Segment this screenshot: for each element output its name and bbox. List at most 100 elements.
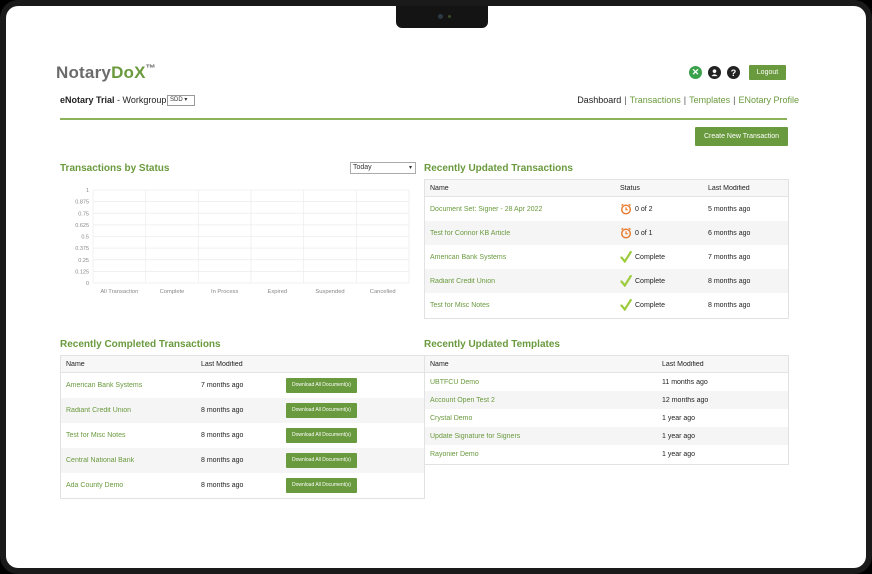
template-name-link[interactable]: Update Signature for Signers (425, 433, 657, 440)
status-text: Complete (635, 253, 665, 261)
workgroup-select-value: SDD (170, 97, 183, 103)
table-row[interactable]: Central National Bank 8 months ago Downloa… (61, 448, 424, 473)
header-icon-group: ✕ ? (689, 66, 740, 79)
table-row[interactable]: American Bank Systems 7 months ago Downloa… (61, 373, 424, 398)
templates-table: Name Last Modified UBTFCU Demo 11 months … (424, 355, 789, 465)
table-row[interactable]: Account Open Test 2 12 months ago (425, 391, 788, 409)
clock-icon (620, 203, 632, 215)
table-row[interactable]: Radiant Credit Union 8 months ago Download… (61, 398, 424, 423)
table-row[interactable]: Test for Misc Notes Complete 8 months ago (425, 293, 788, 317)
tools-icon[interactable]: ✕ (689, 66, 702, 79)
last-modified-cell: 8 months ago (201, 407, 244, 414)
workgroup-suffix: - Workgroup (114, 95, 167, 105)
template-name-link[interactable]: Account Open Test 2 (425, 397, 657, 404)
table-row[interactable]: American Bank Systems Complete 7 months ag… (425, 245, 788, 269)
status-chart-title: Transactions by Status (60, 163, 170, 174)
download-all-documents-button[interactable]: Download All Document(s) (286, 478, 357, 493)
table-row[interactable]: Crystal Demo 1 year ago (425, 409, 788, 427)
table-row[interactable]: Radiant Credit Union Complete 8 months ago (425, 269, 788, 293)
clock-icon (620, 227, 632, 239)
download-all-documents-button[interactable]: Download All Document(s) (286, 403, 357, 418)
status-cell: Complete (615, 299, 703, 311)
template-name-link[interactable]: Crystal Demo (425, 415, 657, 422)
status-bar-chart: 1 0.875 0.75 0.625 0.5 0.375 0.25 0.125 0 All Tra… (75, 188, 410, 295)
download-all-documents-button[interactable]: Download All Document(s) (286, 428, 357, 443)
transaction-name-link[interactable]: Test for Connor KB Article (425, 230, 615, 237)
transaction-name-link[interactable]: Document Set: Signer - 28 Apr 2022 (425, 206, 615, 213)
nav-templates[interactable]: Templates (689, 95, 730, 105)
x-tick-label: Suspended (315, 289, 344, 295)
transaction-name-link[interactable]: Ada County Demo (61, 482, 196, 489)
template-name-link[interactable]: Rayonier Demo (425, 451, 657, 458)
transaction-name-link[interactable]: Test for Misc Notes (425, 302, 615, 309)
transaction-name-link[interactable]: American Bank Systems (425, 254, 615, 261)
last-modified-cell: 8 months ago (201, 457, 244, 464)
template-name-link[interactable]: UBTFCU Demo (425, 379, 657, 386)
period-select-value: Today (353, 164, 372, 171)
table-row[interactable]: Document Set: Signer - 28 Apr 2022 0 of 2… (425, 197, 788, 221)
table-row[interactable]: UBTFCU Demo 11 months ago (425, 373, 788, 391)
x-tick-label: In Process (211, 289, 238, 295)
transaction-name-link[interactable]: Central National Bank (61, 457, 196, 464)
table-row[interactable]: Update Signature for Signers 1 year ago (425, 427, 788, 445)
y-tick-label: 0.75 (78, 211, 89, 217)
recent-transactions-table: Name Status Last Modified Document Set: … (424, 179, 789, 319)
nav-separator: | (733, 95, 736, 105)
transaction-name-link[interactable]: Radiant Credit Union (61, 407, 196, 414)
help-icon[interactable]: ? (727, 66, 740, 79)
table-row[interactable]: Ada County Demo 8 months ago Download All … (61, 473, 424, 498)
action-cell: Download All Document(s) (281, 453, 411, 468)
status-text: 0 of 2 (635, 205, 653, 213)
y-tick-label: 0.5 (81, 235, 89, 241)
main-nav: Dashboard | Transactions | Templates | ENotary… (577, 95, 799, 105)
table-header: Name Status Last Modified (425, 180, 788, 197)
y-tick-label: 0 (86, 281, 89, 287)
period-select[interactable]: Today ▾ (350, 162, 416, 174)
table-row[interactable]: Test for Connor KB Article 0 of 1 6 months… (425, 221, 788, 245)
transaction-name-link[interactable]: Radiant Credit Union (425, 278, 615, 285)
last-modified-cell: 1 year ago (662, 432, 696, 440)
camera-icon (438, 14, 443, 19)
completed-transactions-table: Name Last Modified American Bank Systems… (60, 355, 425, 499)
app-logo[interactable]: NotaryDoX™ (56, 63, 156, 83)
camera-notch (396, 6, 488, 28)
column-header-last-modified: Last Modified (662, 360, 704, 368)
last-modified-cell: 6 months ago (708, 229, 751, 237)
last-modified-cell: 7 months ago (201, 382, 244, 389)
x-tick-label: Cancelled (370, 289, 396, 295)
last-modified-cell: 1 year ago (662, 414, 696, 422)
y-tick-label: 0.125 (75, 269, 89, 275)
status-text: Complete (635, 277, 665, 285)
nav-enotary-profile[interactable]: ENotary Profile (738, 95, 799, 105)
recent-transactions-title: Recently Updated Transactions (424, 163, 573, 174)
column-header-name: Name (430, 360, 449, 368)
user-icon[interactable] (708, 66, 721, 79)
transaction-name-link[interactable]: American Bank Systems (61, 382, 196, 389)
status-cell: Complete (615, 251, 703, 263)
table-row[interactable]: Test for Misc Notes 8 months ago Download … (61, 423, 424, 448)
camera-led (448, 15, 451, 18)
download-all-documents-button[interactable]: Download All Document(s) (286, 378, 357, 393)
x-tick-label: Expired (268, 289, 288, 295)
completed-transactions-title: Recently Completed Transactions (60, 339, 221, 350)
nav-separator: | (683, 95, 687, 105)
action-cell: Download All Document(s) (281, 378, 411, 393)
table-header: Name Last Modified (425, 356, 788, 373)
templates-title: Recently Updated Templates (424, 339, 560, 350)
nav-transactions[interactable]: Transactions (630, 95, 681, 105)
workgroup-select[interactable]: SDD ▾ (167, 95, 195, 106)
logo-text: Notary (56, 63, 112, 82)
last-modified-cell: 1 year ago (662, 450, 696, 458)
download-all-documents-button[interactable]: Download All Document(s) (286, 453, 357, 468)
table-row[interactable]: Rayonier Demo 1 year ago (425, 445, 788, 463)
logout-button[interactable]: Logout (749, 65, 786, 80)
status-cell: Complete (615, 275, 703, 287)
header-divider (60, 118, 787, 120)
transaction-name-link[interactable]: Test for Misc Notes (61, 432, 196, 439)
nav-dashboard[interactable]: Dashboard (577, 95, 621, 105)
status-text: 0 of 1 (635, 229, 653, 237)
workgroup-label: eNotary Trial - Workgroup (60, 95, 166, 105)
create-new-transaction-button[interactable]: Create New Transaction (695, 127, 788, 146)
check-icon (620, 251, 632, 263)
y-tick-label: 0.25 (78, 258, 89, 264)
